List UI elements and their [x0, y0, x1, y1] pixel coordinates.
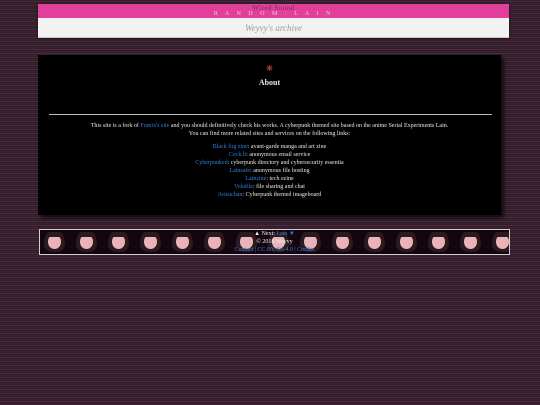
emblem-icon: ❋	[266, 64, 273, 73]
related-links-list: Black fog zine: avant-garde manga and ar…	[38, 143, 501, 199]
divider	[49, 114, 492, 115]
about-intro: This site is a fork of Fumix's site and …	[38, 122, 501, 138]
down-arrow-icon[interactable]: ▼	[289, 231, 295, 237]
site-subtitle: R A N D O M · L A I N	[213, 11, 334, 17]
about-heading: About	[258, 78, 281, 87]
list-item: Black fog zine: avant-garde manga and ar…	[38, 143, 501, 151]
header-banner: Wired Sound R A N D O M · L A I N	[38, 4, 509, 18]
footer-text: ▲ Next: Lain ▼ © 2018 Weyvy Contact | CC…	[40, 230, 509, 254]
site-header: Wired Sound R A N D O M · L A I N Weyvy'…	[38, 4, 509, 38]
link-lainsafe[interactable]: Lainsafe	[229, 168, 250, 174]
list-item: Volafile: file sharing and chat	[38, 183, 501, 191]
list-item: Arisuchan: Cyberpunk themed imageboard	[38, 191, 501, 199]
link-volafile[interactable]: Volafile	[234, 184, 253, 190]
link-description: : tech ezine	[266, 176, 294, 182]
footer-links[interactable]: Contact | CC BY-SA 4.0 | Credits	[235, 247, 315, 253]
link-description: : cyberpunk directory and cybersecurity …	[227, 160, 344, 166]
link-description: : Cyberpunk themed imageboard	[242, 192, 322, 198]
link-lainzine[interactable]: Lainzine	[245, 176, 266, 182]
list-item: Lainsafe: anonymous file hosting	[38, 167, 501, 175]
link-description: : anonymous email service	[246, 152, 311, 158]
link-cyberpunked[interactable]: Cyberpunked	[195, 160, 227, 166]
fumix-site-link[interactable]: Fumix's site	[140, 123, 169, 129]
next-link[interactable]: Lain	[276, 231, 287, 237]
next-label: Next	[261, 231, 274, 237]
link-arisuchan[interactable]: Arisuchan	[218, 192, 243, 198]
link-description: : anonymous file hosting	[250, 168, 310, 174]
footer-nav: ▲ Next: Lain ▼	[254, 231, 295, 237]
intro-line-2: You can find more related sites and serv…	[188, 131, 351, 137]
about-panel: ❋ About This site is a fork of Fumix's s…	[38, 55, 501, 215]
intro-text-after: and you should definitively check his wo…	[169, 123, 449, 129]
site-footer: ▲ Next: Lain ▼ © 2018 Weyvy Contact | CC…	[39, 229, 510, 255]
link-cock-li[interactable]: Cock.li	[229, 152, 247, 158]
header-title-bar: Weyvy's archive	[38, 18, 509, 38]
link-description: : avant-garde manga and art zine	[247, 144, 327, 150]
up-arrow-icon[interactable]: ▲	[254, 231, 260, 237]
page-title: Weyvy's archive	[245, 23, 302, 33]
list-item: Cock.li: anonymous email service	[38, 151, 501, 159]
copyright: © 2018 Weyvy	[256, 239, 293, 245]
list-item: Cyberpunked: cyberpunk directory and cyb…	[38, 159, 501, 167]
link-black-fog-zine[interactable]: Black fog zine	[213, 144, 248, 150]
link-description: : file sharing and chat	[252, 184, 305, 190]
list-item: Lainzine: tech ezine	[38, 175, 501, 183]
intro-text-before: This site is a fork of	[90, 123, 141, 129]
